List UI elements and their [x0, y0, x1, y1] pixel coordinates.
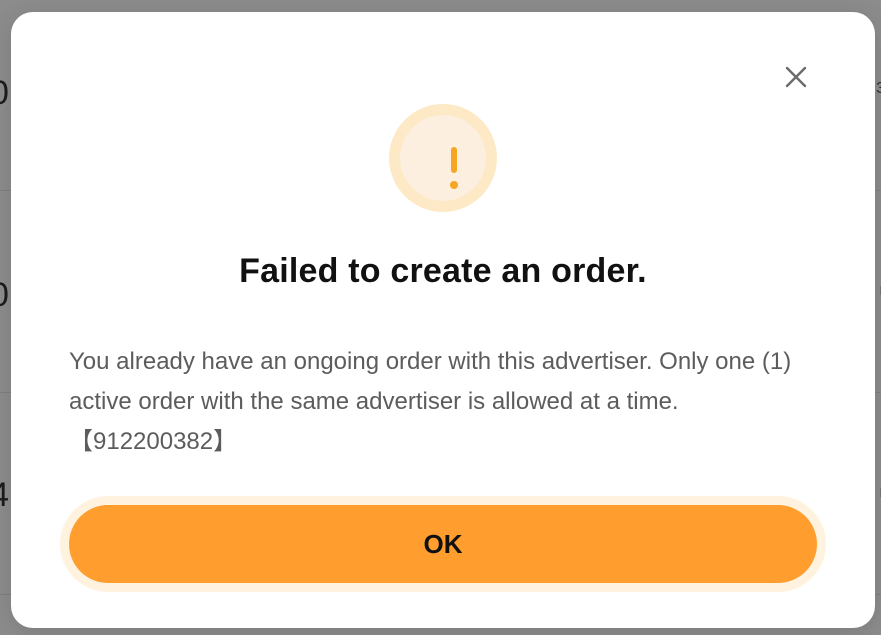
ok-button[interactable]: OK — [69, 505, 817, 583]
exclamation-bar — [451, 147, 457, 173]
exclamation-dot — [450, 181, 458, 189]
warning-icon — [389, 104, 497, 212]
close-button[interactable] — [781, 62, 811, 92]
dialog-message: You already have an ongoing order with t… — [69, 348, 792, 455]
warning-icon-inner — [400, 115, 486, 201]
close-icon — [785, 66, 807, 88]
error-dialog: Failed to create an order. You already h… — [11, 12, 875, 628]
dialog-title: Failed to create an order. — [239, 252, 647, 290]
